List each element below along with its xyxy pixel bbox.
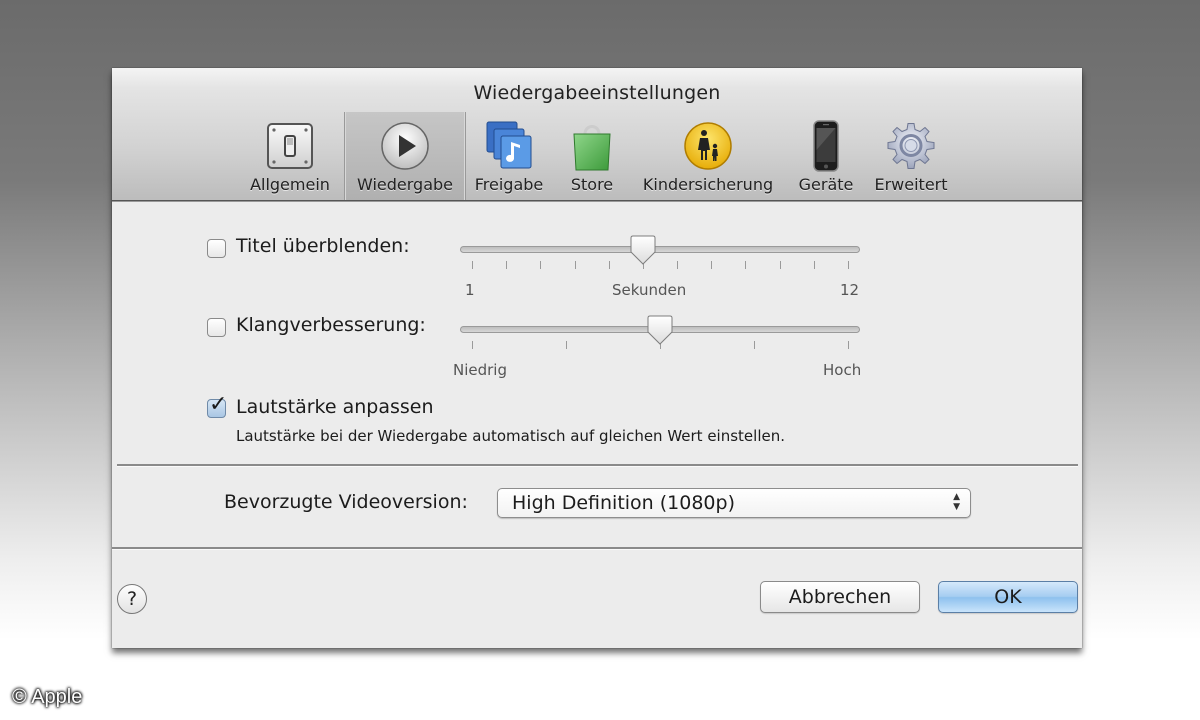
tab-label: Store bbox=[570, 175, 614, 194]
tab-parental[interactable]: Kindersicherung bbox=[632, 112, 784, 200]
sound-check-checkbox[interactable]: ✓ bbox=[207, 394, 227, 418]
slider-thumb[interactable] bbox=[630, 235, 656, 265]
video-version-select[interactable]: High Definition (1080p) ▲ ▼ bbox=[497, 488, 971, 518]
tab-label: Erweitert bbox=[874, 175, 948, 194]
slider-thumb[interactable] bbox=[647, 315, 673, 345]
divider bbox=[117, 464, 1078, 467]
slider-tick bbox=[745, 261, 747, 269]
tab-devices[interactable]: Geräte bbox=[788, 112, 864, 200]
sound-check-label: Lautstärke anpassen bbox=[236, 396, 434, 418]
tab-label: Wiedergabe bbox=[356, 175, 453, 194]
tab-label: Freigabe bbox=[474, 175, 544, 194]
slider-tick bbox=[566, 341, 567, 349]
slider-tick bbox=[677, 261, 679, 269]
slider-tick bbox=[711, 261, 713, 269]
ok-button[interactable]: OK bbox=[938, 581, 1078, 613]
slider-tick bbox=[540, 261, 542, 269]
crossfade-checkbox[interactable] bbox=[207, 239, 226, 258]
tab-store[interactable]: Store bbox=[556, 112, 628, 200]
tab-advanced[interactable]: Erweitert bbox=[866, 112, 956, 200]
tab-label: Allgemein bbox=[250, 175, 330, 194]
play-icon bbox=[381, 122, 429, 170]
help-button[interactable]: ? bbox=[117, 584, 147, 614]
sound-enhancer-slider[interactable] bbox=[460, 315, 860, 357]
copyright-watermark: © Apple bbox=[12, 686, 83, 708]
shopping-bag-icon bbox=[573, 125, 611, 171]
crossfade-unit-label: Sekunden bbox=[612, 281, 687, 299]
video-version-label: Bevorzugte Videoversion: bbox=[224, 491, 468, 513]
gear-icon bbox=[887, 123, 935, 169]
slider-track bbox=[460, 246, 860, 253]
cancel-button[interactable]: Abbrechen bbox=[760, 581, 920, 613]
sound-enhancer-min-label: Niedrig bbox=[453, 361, 507, 379]
shared-music-icon bbox=[486, 121, 532, 169]
tab-label: Kindersicherung bbox=[642, 175, 774, 194]
parental-control-icon bbox=[684, 122, 732, 170]
crossfade-label: Titel überblenden: bbox=[236, 235, 410, 257]
video-version-value: High Definition (1080p) bbox=[512, 492, 735, 514]
sound-enhancer-checkbox[interactable] bbox=[207, 318, 226, 337]
crossfade-min-label: 1 bbox=[465, 281, 475, 299]
tab-playback[interactable]: Wiedergabe bbox=[344, 112, 466, 200]
slider-tick bbox=[506, 261, 508, 269]
slider-tick bbox=[754, 341, 755, 349]
tab-general[interactable]: Allgemein bbox=[238, 112, 342, 200]
toolbar: Wiedergabeeinstellungen Allgemein Wieder… bbox=[112, 68, 1082, 201]
tab-bar: Allgemein Wiedergabe Freigabe Store Kind… bbox=[112, 112, 1082, 200]
tab-sharing[interactable]: Freigabe bbox=[466, 112, 552, 200]
divider bbox=[112, 547, 1082, 550]
switch-icon bbox=[267, 123, 313, 169]
iphone-icon bbox=[813, 120, 839, 172]
updown-arrows-icon: ▲ ▼ bbox=[953, 492, 960, 512]
sound-enhancer-max-label: Hoch bbox=[823, 361, 862, 379]
sound-enhancer-label: Klangverbesserung: bbox=[236, 314, 426, 336]
slider-tick bbox=[779, 261, 781, 269]
slider-tick bbox=[848, 261, 849, 269]
crossfade-max-label: 12 bbox=[840, 281, 860, 299]
window-title: Wiedergabeeinstellungen bbox=[473, 82, 721, 104]
checkmark-icon: ✓ bbox=[209, 392, 228, 417]
slider-tick bbox=[472, 261, 473, 269]
crossfade-slider[interactable] bbox=[460, 235, 860, 277]
preferences-window: Wiedergabeeinstellungen Allgemein Wieder… bbox=[112, 68, 1082, 648]
slider-tick bbox=[472, 341, 473, 349]
slider-tick bbox=[574, 261, 576, 269]
slider-tick bbox=[813, 261, 815, 269]
sound-check-description: Lautstärke bei der Wiedergabe automatisc… bbox=[236, 427, 785, 445]
slider-tick bbox=[848, 341, 849, 349]
tab-label: Geräte bbox=[798, 175, 854, 194]
slider-tick bbox=[608, 261, 610, 269]
